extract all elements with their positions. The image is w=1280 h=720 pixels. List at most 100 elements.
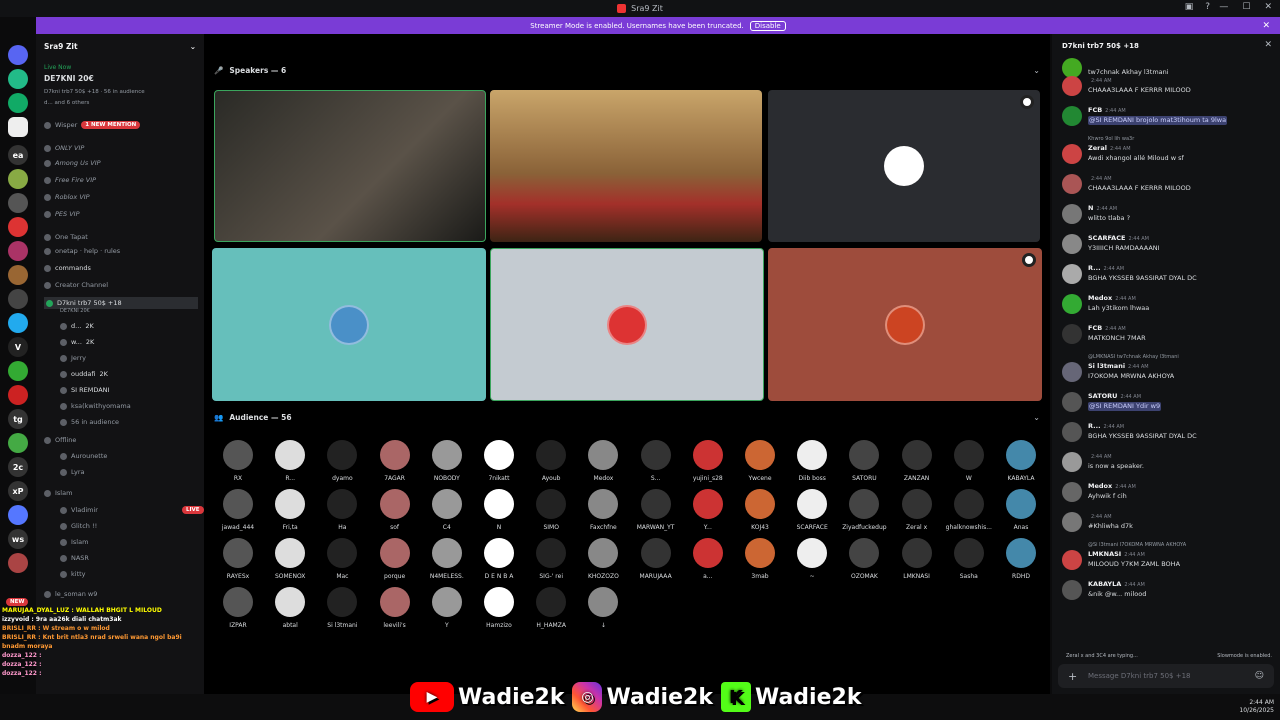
author-name[interactable]: N bbox=[1088, 204, 1093, 212]
audience-member[interactable]: KHOZOZO bbox=[577, 538, 629, 580]
channel-commands[interactable]: commands bbox=[44, 264, 91, 272]
server-icon[interactable] bbox=[8, 241, 28, 261]
audience-member[interactable]: Faxchfne bbox=[577, 489, 629, 531]
avatar[interactable] bbox=[1062, 204, 1082, 224]
author-name[interactable]: R... bbox=[1088, 264, 1101, 272]
reply-preview[interactable]: Khwro 9ol lih wa3r bbox=[1088, 136, 1134, 142]
avatar[interactable] bbox=[1062, 580, 1082, 600]
audience-member[interactable]: RAYESx bbox=[212, 538, 264, 580]
server-icon[interactable] bbox=[8, 313, 28, 333]
islam-user[interactable]: Glitch !! bbox=[60, 522, 97, 530]
channel-roblox[interactable]: Roblox VIP bbox=[44, 193, 90, 201]
mention-badge[interactable]: 1 NEW MENTION bbox=[81, 121, 141, 129]
audience-member[interactable]: Zeral x bbox=[891, 489, 943, 531]
audience-member[interactable]: Y bbox=[421, 587, 473, 629]
server-icon[interactable] bbox=[8, 361, 28, 381]
audience-member[interactable]: R... bbox=[264, 440, 316, 482]
audience-member[interactable]: dyamo bbox=[316, 440, 368, 482]
audience-member[interactable]: Medox bbox=[577, 440, 629, 482]
speakers-header[interactable]: 🎤 Speakers — 6 bbox=[214, 66, 286, 75]
audience-member[interactable]: RX bbox=[212, 440, 264, 482]
audience-member[interactable]: Si l3tmani bbox=[316, 587, 368, 629]
audience-member[interactable]: D E N B A bbox=[473, 538, 525, 580]
speaker-tile[interactable] bbox=[490, 248, 764, 401]
audience-member[interactable]: H_HAMZA bbox=[525, 587, 577, 629]
chat-message[interactable]: R... 2:44 AM BGHA YKSSEB 9ASSIRAT DYAL DC bbox=[1062, 264, 1272, 284]
chat-message[interactable]: N 2:44 AM wlitto tlaba ? bbox=[1062, 204, 1272, 224]
audience-member[interactable]: Mac bbox=[316, 538, 368, 580]
server-icon[interactable] bbox=[8, 45, 28, 65]
message-input[interactable]: + Message D7kni trb7 50$ +18 ☺ bbox=[1058, 664, 1274, 688]
chat-message[interactable]: Medox 2:44 AM Ayhwik f cih bbox=[1062, 482, 1272, 502]
audience-member[interactable]: sof bbox=[369, 489, 421, 531]
server-icon[interactable] bbox=[8, 433, 28, 453]
server-icon[interactable] bbox=[8, 69, 28, 89]
reply-preview[interactable]: @Si l3tmani I7OKOMA MRWNA AKHOYA bbox=[1088, 542, 1186, 548]
avatar[interactable] bbox=[1062, 264, 1082, 284]
audience-member[interactable]: SOMENOX bbox=[264, 538, 316, 580]
author-name[interactable]: Zeral bbox=[1088, 144, 1107, 152]
avatar[interactable] bbox=[1062, 550, 1082, 570]
chat-message[interactable]: 2:44 AM is now a speaker. bbox=[1062, 452, 1272, 472]
avatar[interactable] bbox=[1062, 512, 1082, 532]
speaker-tile[interactable] bbox=[212, 248, 486, 401]
islam-user[interactable]: Islam bbox=[60, 538, 88, 546]
channel-free-fire[interactable]: Free Fire VIP bbox=[44, 176, 96, 184]
audience-member[interactable]: MARWAN_YT bbox=[630, 489, 682, 531]
stage-user[interactable]: SI REMDANI bbox=[60, 386, 109, 394]
chat-message[interactable]: 2:44 AM #Khliwha d7k bbox=[1062, 512, 1272, 532]
speaker-tile[interactable] bbox=[768, 90, 1040, 242]
audience-member[interactable]: yujini_s28 bbox=[682, 440, 734, 482]
maximize-button[interactable]: ☐ bbox=[1242, 2, 1250, 12]
server-icon[interactable] bbox=[8, 217, 28, 237]
server-icon[interactable]: xP bbox=[8, 481, 28, 501]
server-icon[interactable] bbox=[8, 505, 28, 525]
audience-member[interactable]: NOBODY bbox=[421, 440, 473, 482]
audience-member[interactable]: Ha bbox=[316, 489, 368, 531]
author-name[interactable]: Medox bbox=[1088, 482, 1112, 490]
audience-member[interactable]: W bbox=[943, 440, 995, 482]
server-icon-active[interactable] bbox=[8, 117, 28, 137]
audience-count[interactable]: 56 in audience bbox=[60, 418, 119, 426]
category-islam[interactable]: Islam bbox=[44, 489, 72, 497]
server-icon[interactable]: 2c bbox=[8, 457, 28, 477]
add-icon[interactable]: + bbox=[1068, 670, 1077, 683]
author-name[interactable]: Si l3tmani bbox=[1088, 362, 1125, 370]
audience-member[interactable]: SCARFACE bbox=[786, 489, 838, 531]
speaker-video-tile[interactable] bbox=[214, 90, 486, 242]
chat-message[interactable]: LMKNASI 2:44 AM MILOOUD Y7KM ZAML BOHA bbox=[1062, 550, 1272, 570]
server-icon[interactable] bbox=[8, 553, 28, 573]
disable-button[interactable]: Disable bbox=[749, 20, 786, 31]
avatar[interactable] bbox=[1062, 144, 1082, 164]
minimize-button[interactable]: — bbox=[1219, 2, 1228, 12]
channel-wisper[interactable]: Wisper 1 NEW MENTION bbox=[44, 121, 141, 129]
close-window-button[interactable]: ✕ bbox=[1264, 2, 1272, 12]
audience-member[interactable]: a... bbox=[682, 538, 734, 580]
chat-message[interactable]: Zeral 2:44 AM Awdi xhangol allé Miloud w s… bbox=[1062, 144, 1272, 164]
audience-member[interactable]: N bbox=[473, 489, 525, 531]
stage-user[interactable]: d... 2K bbox=[60, 322, 94, 330]
audience-member[interactable]: Ziyadfuckedup bbox=[838, 489, 890, 531]
stage-user[interactable]: Jerry bbox=[60, 354, 86, 362]
audience-member[interactable]: SIMO bbox=[525, 489, 577, 531]
audience-member[interactable]: abtal bbox=[264, 587, 316, 629]
channel-onetap[interactable]: onetap · help · rules bbox=[44, 247, 120, 255]
server-icon[interactable]: V bbox=[8, 337, 28, 357]
audience-member[interactable]: Ayoub bbox=[525, 440, 577, 482]
emoji-icon[interactable]: ☺ bbox=[1255, 671, 1264, 681]
collapse-speakers-icon[interactable]: ⌄ bbox=[1033, 66, 1040, 75]
channel-pes[interactable]: PES VIP bbox=[44, 210, 80, 218]
audience-member[interactable]: leevili's bbox=[369, 587, 421, 629]
avatar[interactable] bbox=[1062, 106, 1082, 126]
chat-message[interactable]: Medox 2:44 AM Lah y3tikom lhwaa bbox=[1062, 294, 1272, 314]
chat-message[interactable]: FCB 2:44 AM MATKONCH 7MAR bbox=[1062, 324, 1272, 344]
server-icon[interactable] bbox=[8, 93, 28, 113]
audience-member[interactable]: S... bbox=[630, 440, 682, 482]
channel-among-us[interactable]: Among Us VIP bbox=[44, 159, 101, 167]
audience-member[interactable]: ↓ bbox=[577, 587, 629, 629]
audience-member[interactable]: RDHD bbox=[995, 538, 1047, 580]
chat-message[interactable]: SCARFACE 2:44 AM Y3IIIICH RAMDAAAANI bbox=[1062, 234, 1272, 254]
audience-member[interactable]: ghalknowshis... bbox=[943, 489, 995, 531]
author-name[interactable]: SCARFACE bbox=[1088, 234, 1125, 242]
chat-message[interactable]: R... 2:44 AM BGHA YKSSEB 9ASSIRAT DYAL DC bbox=[1062, 422, 1272, 442]
